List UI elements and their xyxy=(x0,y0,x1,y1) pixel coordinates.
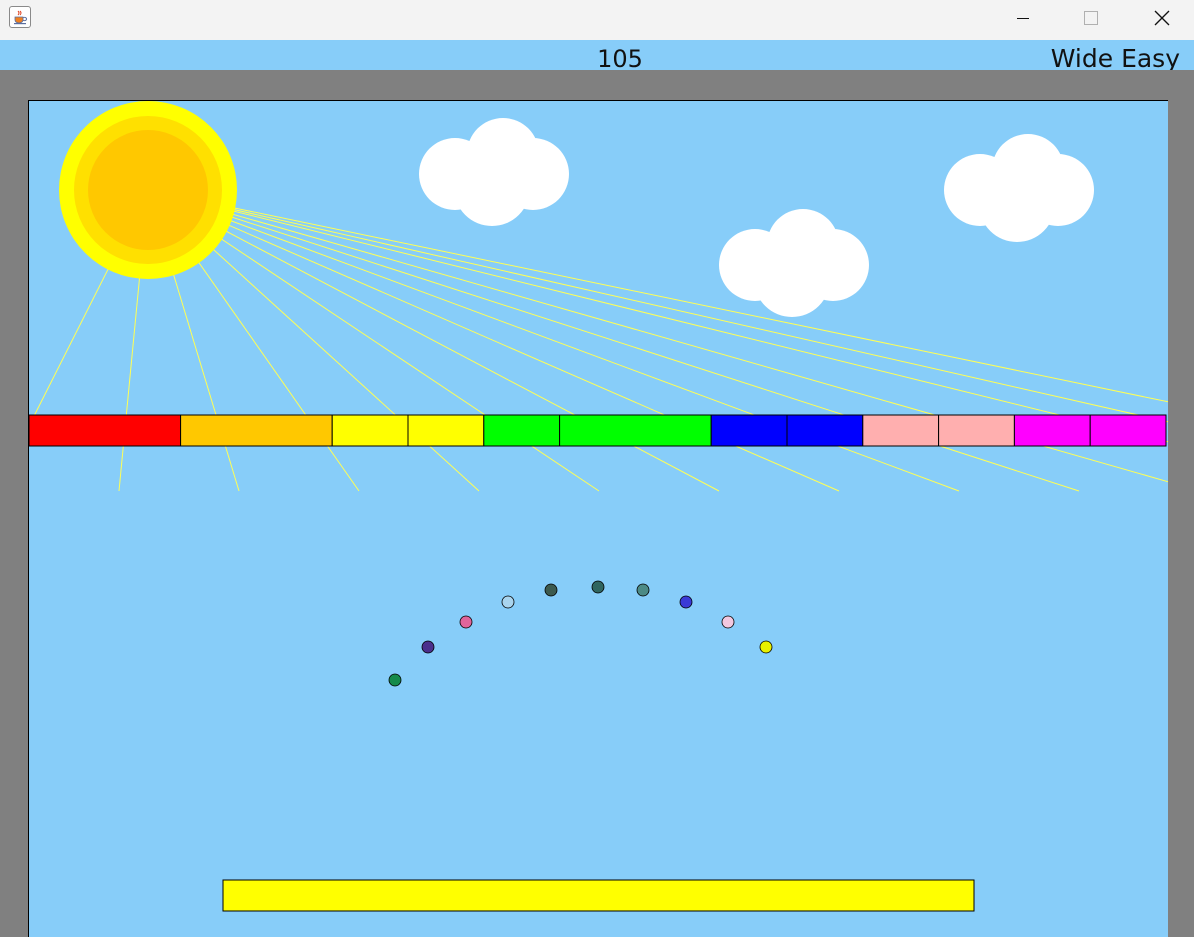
brick xyxy=(180,414,333,447)
ball xyxy=(421,640,435,654)
brick xyxy=(407,414,485,447)
close-button[interactable] xyxy=(1139,0,1185,36)
ball xyxy=(636,583,650,597)
ball xyxy=(721,615,735,629)
brick xyxy=(559,414,712,447)
maximize-icon xyxy=(1084,11,1098,25)
cloud xyxy=(419,118,569,226)
ball xyxy=(544,583,558,597)
brick xyxy=(710,414,788,447)
java-cup-icon[interactable] xyxy=(9,6,31,28)
minimize-button[interactable] xyxy=(1000,0,1046,36)
close-icon xyxy=(1154,10,1170,26)
ball xyxy=(501,595,515,609)
sun-core xyxy=(88,130,208,250)
sun xyxy=(59,101,237,279)
brick xyxy=(1089,414,1167,447)
brick xyxy=(938,414,1015,447)
brick xyxy=(786,414,864,447)
clouds xyxy=(419,118,1094,317)
minimize-icon xyxy=(1017,18,1029,19)
ball xyxy=(388,673,402,687)
brick xyxy=(483,414,561,447)
brick xyxy=(331,414,409,447)
cloud xyxy=(944,134,1094,242)
ball xyxy=(459,615,473,629)
ball xyxy=(759,640,773,654)
brick xyxy=(1013,414,1091,447)
cloud xyxy=(719,209,869,317)
brick-row xyxy=(29,414,1167,447)
game-field[interactable] xyxy=(28,100,1168,937)
ball xyxy=(591,580,605,594)
ball-trail xyxy=(388,580,773,687)
brick xyxy=(862,414,940,447)
hud-bar: 105 Wide Easy xyxy=(0,40,1194,73)
brick xyxy=(29,414,182,447)
paddle[interactable] xyxy=(222,879,975,912)
title-bar xyxy=(0,0,1194,40)
maximize-button[interactable] xyxy=(1068,0,1114,36)
game-canvas xyxy=(29,101,1168,912)
ball xyxy=(679,595,693,609)
